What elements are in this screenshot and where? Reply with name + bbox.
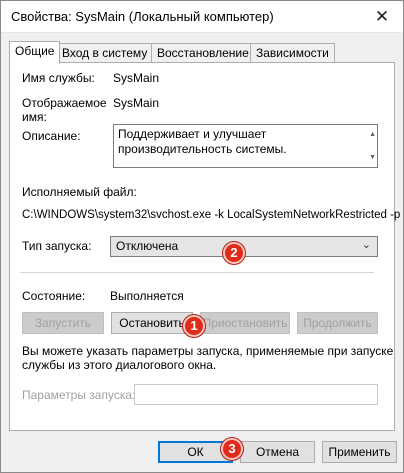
description-text: Поддерживает и улучшает производительнос… <box>118 127 287 156</box>
close-icon[interactable]: ✕ <box>371 6 393 28</box>
startup-type-label: Тип запуска: <box>22 239 92 253</box>
executable-path: C:\WINDOWS\system32\svchost.exe -k Local… <box>22 209 401 221</box>
cancel-button[interactable]: Отмена <box>240 441 315 463</box>
executable-label: Исполняемый файл: <box>22 185 137 199</box>
scroll-down-icon[interactable]: ▼ <box>369 150 376 165</box>
service-name-value: SysMain <box>113 71 160 85</box>
chevron-down-icon: ⌄ <box>361 239 371 251</box>
callout-badge-3: 3 <box>221 438 243 460</box>
callout-badge-2: 2 <box>223 242 245 264</box>
properties-dialog: Свойства: SysMain (Локальный компьютер) … <box>0 0 404 473</box>
resume-button[interactable]: Продолжить <box>297 312 378 334</box>
callout-badge-1: 1 <box>183 315 205 337</box>
general-tab-panel: Имя службы: SysMain Отображаемое имя: Sy… <box>9 62 400 431</box>
pause-button[interactable]: Приостановить <box>200 312 290 334</box>
display-name-label-cont: имя: <box>22 110 47 124</box>
hint-text-line-2: службы из этого диалогового окна. <box>22 358 217 372</box>
scroll-up-icon[interactable]: ▲ <box>369 127 376 142</box>
tab-recovery[interactable]: Восстановление <box>151 43 255 63</box>
display-name-label: Отображаемое <box>22 96 107 110</box>
description-label: Описание: <box>22 129 81 143</box>
stop-button[interactable]: Остановить <box>111 312 193 334</box>
window-title: Свойства: SysMain (Локальный компьютер) <box>11 9 274 24</box>
start-button[interactable]: Запустить <box>22 312 104 334</box>
tab-dependencies[interactable]: Зависимости <box>250 43 335 63</box>
tab-strip: Общие Вход в систему Восстановление Зави… <box>9 41 399 64</box>
apply-button[interactable]: Применить <box>322 441 397 463</box>
start-params-label: Параметры запуска: <box>22 388 136 402</box>
startup-type-value: Отключена <box>116 239 179 253</box>
service-name-label: Имя службы: <box>22 71 95 85</box>
separator <box>20 272 374 273</box>
display-name-value: SysMain <box>113 96 160 110</box>
description-field[interactable]: Поддерживает и улучшает производительнос… <box>113 124 378 168</box>
tab-general[interactable]: Общие <box>9 41 61 64</box>
start-params-input[interactable] <box>134 384 378 405</box>
status-value: Выполняется <box>110 289 184 303</box>
hint-text-line-1: Вы можете указать параметры запуска, при… <box>22 344 394 358</box>
tab-logon[interactable]: Вход в систему <box>56 43 154 63</box>
status-label: Состояние: <box>22 289 86 303</box>
title-bar: Свойства: SysMain (Локальный компьютер) … <box>1 1 403 33</box>
